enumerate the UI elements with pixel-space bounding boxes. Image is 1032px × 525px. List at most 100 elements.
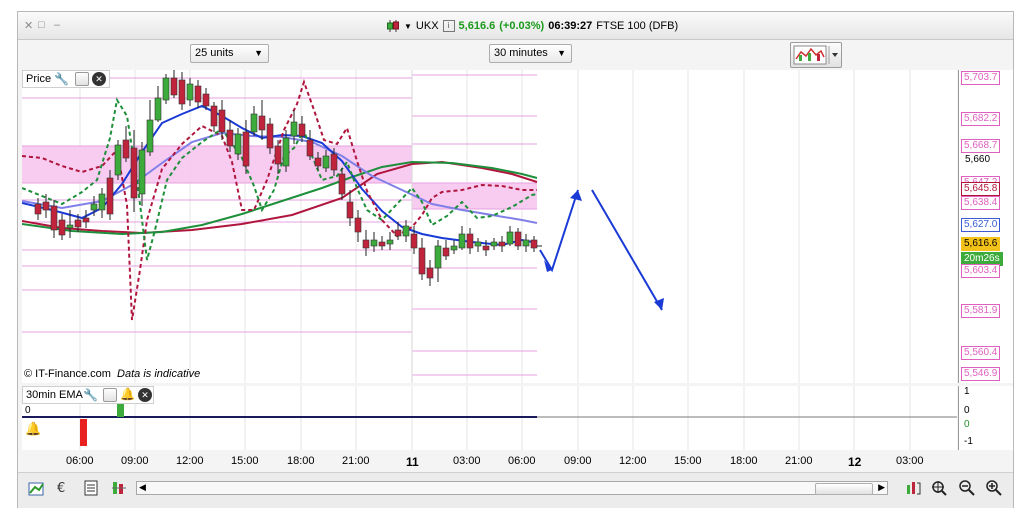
candle-body xyxy=(410,233,418,249)
zoom-in-icon[interactable] xyxy=(985,479,1003,497)
time-axis-label: 06:00 xyxy=(66,455,94,467)
interval-value: 30 minutes xyxy=(494,47,548,59)
price-level-label: 5,645.8 xyxy=(961,182,1001,196)
close-panel-icon[interactable]: ✕ xyxy=(138,388,152,402)
candle-body xyxy=(426,267,434,279)
bell-icon[interactable]: 🔔 xyxy=(120,387,135,401)
attribution: © IT-Finance.com Data is indicative xyxy=(24,368,200,380)
price-panel-title: Price xyxy=(26,73,52,85)
info-icon[interactable]: i xyxy=(442,20,455,32)
price-chart-panel[interactable]: Price 🔧 ✕ © IT-Finance.com Data is indic… xyxy=(22,70,957,383)
price-level-label: 5,603.4 xyxy=(961,264,1001,278)
svg-text:€: € xyxy=(57,481,65,496)
candle-body xyxy=(354,217,362,233)
ema-indicator-chart xyxy=(22,386,957,450)
candle-body xyxy=(106,177,114,215)
time-axis-label: 12 xyxy=(848,455,862,469)
forecast-arrow-up xyxy=(539,189,579,273)
zoom-fit-icon[interactable] xyxy=(904,479,922,497)
time-axis-label: 15:00 xyxy=(231,455,259,467)
candle-body xyxy=(402,225,410,237)
scrollbar-thumb[interactable] xyxy=(815,483,873,495)
candle-body xyxy=(162,77,170,101)
price-level-label: 5,668.7 xyxy=(961,139,1001,153)
candle-body xyxy=(474,241,482,247)
ema-value: 0 xyxy=(25,405,31,416)
candle-body xyxy=(490,241,498,247)
ema-axis-tick: 0 xyxy=(964,419,970,430)
candle-body xyxy=(210,105,218,127)
candle-body xyxy=(122,139,130,159)
candle-body xyxy=(194,85,202,103)
candle-body xyxy=(498,241,506,247)
scroll-left-icon[interactable]: ◀ xyxy=(139,482,146,493)
price-level-label: 5,546.9 xyxy=(961,367,1001,381)
interval-select[interactable]: 30 minutes ▼ xyxy=(489,44,572,63)
candle-body xyxy=(146,119,154,153)
alert-bell-icon[interactable]: 🔔 xyxy=(25,421,41,437)
zoom-out-icon[interactable] xyxy=(958,479,976,497)
candle-body xyxy=(34,203,42,215)
units-select[interactable]: 25 units ▼ xyxy=(190,44,269,63)
time-axis-label: 06:00 xyxy=(508,455,536,467)
chevron-down-icon: ▼ xyxy=(557,48,566,58)
candle-body xyxy=(298,123,306,137)
indicators-icon[interactable] xyxy=(110,479,128,497)
candle-body xyxy=(418,247,426,275)
time-axis[interactable]: 06:00 09:00 12:00 15:00 18:00 21:00 11 03:00 06:… xyxy=(22,453,957,471)
zoom-area-icon[interactable] xyxy=(930,479,948,497)
candle-body xyxy=(42,201,50,211)
close-window-icon[interactable]: ✕ xyxy=(24,19,33,32)
window-icon[interactable] xyxy=(75,72,89,86)
candle-body xyxy=(274,145,282,165)
close-panel-icon[interactable]: ✕ xyxy=(92,72,106,86)
candle-body xyxy=(90,203,98,211)
horizontal-scrollbar[interactable]: ◀ ▶ xyxy=(136,481,888,495)
ema-axis: 1 0 0 -1 xyxy=(958,386,1013,450)
time-axis-label: 11 xyxy=(406,455,419,469)
draw-tools-icon[interactable] xyxy=(27,479,45,497)
candle-body xyxy=(338,173,346,195)
instrument-name: FTSE 100 (DFB) xyxy=(596,20,679,32)
candle-body xyxy=(442,247,450,257)
wrench-icon[interactable]: 🔧 xyxy=(54,72,69,86)
chart-type-icon xyxy=(793,45,838,65)
chart-type-button[interactable] xyxy=(790,42,842,68)
candle-body xyxy=(250,113,258,133)
disclaimer-text: Data is indicative xyxy=(117,368,201,380)
candle-body xyxy=(154,97,162,121)
ema-panel[interactable]: 30min EMA 🔧 🔔 ✕ 0 🔔 xyxy=(22,386,957,450)
price-chart[interactable] xyxy=(22,70,957,383)
price-level-label: 5,616.6 xyxy=(961,237,1001,251)
minimize-window-icon[interactable]: – xyxy=(54,19,60,31)
window-icon[interactable] xyxy=(103,388,117,402)
wrench-icon[interactable]: 🔧 xyxy=(83,388,98,402)
chevron-down-icon: ▼ xyxy=(254,48,263,58)
ema-panel-header: 30min EMA 🔧 🔔 ✕ xyxy=(22,386,154,404)
notes-icon[interactable] xyxy=(82,479,100,497)
instrument-code: UKX xyxy=(415,20,439,32)
candle-body xyxy=(370,239,378,247)
scroll-right-icon[interactable]: ▶ xyxy=(878,482,885,493)
chart-window: ✕ □ – ▼ UKX i 5,616.6 (+0.03%) 06:39:27 … xyxy=(17,11,1014,508)
price-level-label: 5,560.4 xyxy=(961,346,1001,360)
candle-body xyxy=(58,219,66,236)
time-axis-label: 18:00 xyxy=(287,455,315,467)
time-axis-label: 09:00 xyxy=(564,455,592,467)
last-price: 5,616.6 xyxy=(458,20,496,32)
price-axis[interactable]: 5,703.75,682.25,668.75,647.25,645.85,638… xyxy=(958,70,1013,383)
candle-body xyxy=(290,121,298,137)
candle-body xyxy=(506,231,514,245)
candle-body xyxy=(226,129,234,147)
time-axis-label: 21:00 xyxy=(342,455,370,467)
toolbar: 25 units ▼ 30 minutes ▼ xyxy=(18,40,1013,70)
time-axis-label: 09:00 xyxy=(121,455,149,467)
ema-axis-tick: -1 xyxy=(964,436,973,447)
dropdown-arrow-icon[interactable]: ▼ xyxy=(404,22,412,31)
candle-body xyxy=(306,139,314,157)
cursor-icon[interactable]: € xyxy=(54,479,72,497)
time-axis-label: 15:00 xyxy=(674,455,702,467)
maximize-window-icon[interactable]: □ xyxy=(38,19,45,31)
candle-body xyxy=(378,241,386,247)
candle-body xyxy=(186,83,194,101)
